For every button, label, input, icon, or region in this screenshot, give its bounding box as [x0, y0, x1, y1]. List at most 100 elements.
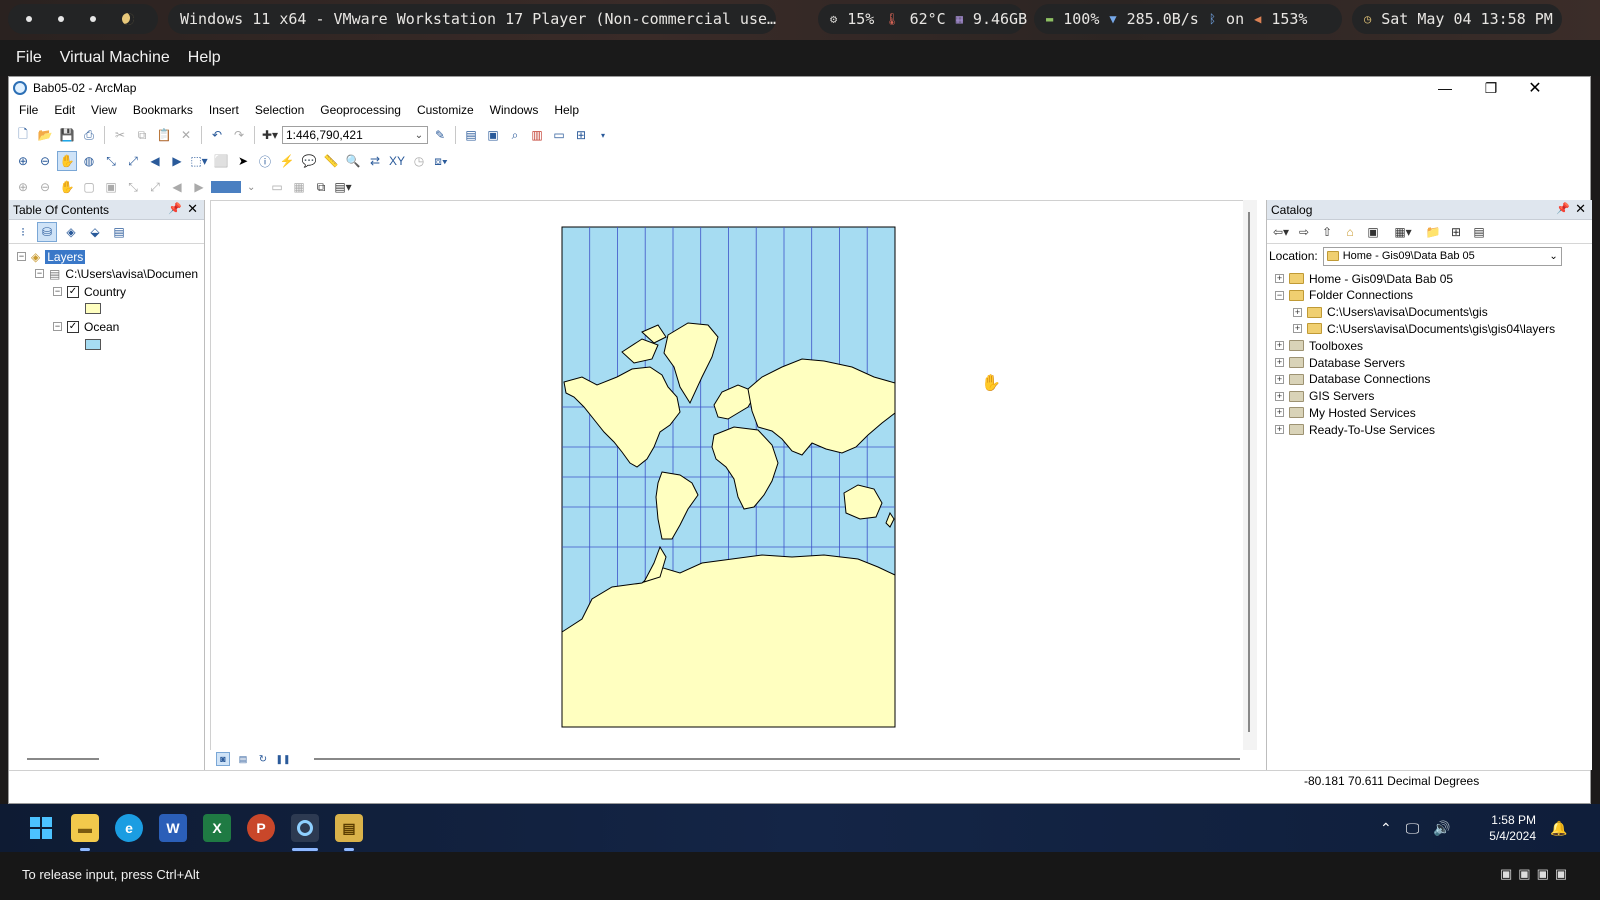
- edge-icon[interactable]: e: [115, 814, 143, 842]
- go-back-icon[interactable]: ◀: [145, 151, 165, 171]
- expand-icon[interactable]: +: [1275, 374, 1284, 384]
- pan-icon[interactable]: ✋: [57, 151, 77, 171]
- minimize-button[interactable]: —: [1422, 77, 1468, 99]
- create-viewer-window-icon[interactable]: ⧈▾: [431, 151, 451, 171]
- layout-pan-icon[interactable]: ✋: [57, 177, 77, 197]
- catalog-options-icon[interactable]: ▤: [1469, 222, 1489, 242]
- menu-view[interactable]: View: [91, 103, 117, 117]
- arccatalog-icon[interactable]: ▤: [335, 814, 363, 842]
- change-layout-icon[interactable]: ⧉: [311, 177, 331, 197]
- collapse-icon[interactable]: −: [1275, 290, 1284, 300]
- menu-insert[interactable]: Insert: [209, 103, 239, 117]
- select-features-icon[interactable]: ⬚▾: [189, 151, 209, 171]
- catalog-item[interactable]: + C:\Users\avisa\Documents\gis\gis04\laye…: [1293, 320, 1555, 337]
- vmware-menu-virtual-machine[interactable]: Virtual Machine: [60, 49, 170, 67]
- catalog-item[interactable]: + Toolboxes: [1275, 337, 1363, 354]
- toc-root-row[interactable]: − ◈ Layers: [17, 248, 86, 265]
- world-map[interactable]: ✋: [211, 201, 1245, 751]
- select-elements-icon[interactable]: ➤: [233, 151, 253, 171]
- toc-options-icon[interactable]: ▤: [109, 222, 129, 242]
- menu-geoprocessing[interactable]: Geoprocessing: [320, 103, 401, 117]
- toggle-contents-icon[interactable]: ▣: [1363, 222, 1383, 242]
- list-by-drawing-order-icon[interactable]: ⁝: [13, 222, 33, 242]
- expand-icon[interactable]: +: [1293, 307, 1302, 317]
- clock-pill[interactable]: ◷ Sat May 04 13:58 PM: [1352, 4, 1562, 34]
- clear-selection-icon[interactable]: ⬜: [211, 151, 231, 171]
- vm-device-icons[interactable]: ▣▣▣▣: [1500, 866, 1573, 882]
- catalog-item[interactable]: + Ready-To-Use Services: [1275, 421, 1435, 438]
- list-by-source-icon[interactable]: ⛁: [37, 221, 57, 242]
- ocean-symbol-swatch[interactable]: [85, 339, 101, 350]
- layer-visibility-checkbox[interactable]: ✓: [67, 285, 79, 298]
- up-one-level-icon[interactable]: ⇧: [1317, 222, 1337, 242]
- cut-icon[interactable]: ✂: [110, 125, 130, 145]
- time-slider-icon[interactable]: ◷: [409, 151, 429, 171]
- toc-horizontal-scrollbar[interactable]: [27, 758, 99, 760]
- next-extent-icon[interactable]: ▶: [189, 177, 209, 197]
- vmware-menu-help[interactable]: Help: [188, 49, 221, 67]
- arcmap-icon[interactable]: [291, 814, 319, 842]
- chevron-up-icon[interactable]: ⌃: [1380, 820, 1392, 837]
- measure-icon[interactable]: 📏: [321, 151, 341, 171]
- layout-fixed-zoom-in-icon[interactable]: ⤡: [123, 177, 143, 197]
- fixed-zoom-out-icon[interactable]: ⤢: [123, 151, 143, 171]
- workspace-dot-1[interactable]: [26, 16, 32, 22]
- expand-icon[interactable]: +: [1275, 408, 1284, 418]
- chevron-down-icon[interactable]: ⌄: [411, 130, 427, 141]
- toggle-tree-icon[interactable]: ⊞: [1446, 222, 1466, 242]
- expand-icon[interactable]: +: [1275, 358, 1284, 367]
- catalog-item[interactable]: + Database Servers: [1275, 354, 1405, 371]
- copy-icon[interactable]: ⧉: [132, 125, 152, 145]
- pin-icon[interactable]: 📌: [1556, 202, 1570, 215]
- layer-name[interactable]: Ocean: [84, 320, 119, 334]
- start-icon[interactable]: [27, 814, 55, 842]
- layer-name[interactable]: Country: [84, 285, 126, 299]
- arctoolbox-icon[interactable]: ▥: [527, 125, 547, 145]
- workspace-dot-2[interactable]: [58, 16, 64, 22]
- toggle-draft-mode-icon[interactable]: ▭: [267, 177, 287, 197]
- full-extent-icon[interactable]: ◍: [79, 151, 99, 171]
- expand-icon[interactable]: +: [1275, 391, 1284, 401]
- vmware-menu-file[interactable]: File: [16, 49, 42, 67]
- toc-symbol-country[interactable]: [85, 300, 101, 317]
- views-icon[interactable]: ▦▾: [1386, 222, 1420, 242]
- find-route-icon[interactable]: ⇄: [365, 151, 385, 171]
- toc-source-row[interactable]: − ▤ C:\Users\avisa\Documen: [35, 265, 198, 282]
- catalog-item[interactable]: − Folder Connections: [1275, 287, 1413, 304]
- pin-icon[interactable]: 📌: [168, 202, 182, 215]
- expand-icon[interactable]: +: [1275, 341, 1284, 351]
- chevron-down-icon[interactable]: ⌄: [1549, 251, 1557, 262]
- file-explorer-icon[interactable]: ▬: [71, 814, 99, 842]
- identify-icon[interactable]: ⓘ: [255, 151, 275, 171]
- pause-drawing-icon[interactable]: ❚❚: [275, 752, 290, 766]
- model-builder-icon[interactable]: ⊞: [571, 125, 591, 145]
- layout-fixed-zoom-out-icon[interactable]: ⤢: [145, 177, 165, 197]
- workspace-dot-3[interactable]: [90, 16, 96, 22]
- html-popup-icon[interactable]: 💬: [299, 151, 319, 171]
- taskbar-clock[interactable]: 1:58 PM 5/4/2024: [1474, 804, 1536, 852]
- layout-zoom-out-icon[interactable]: ⊖: [35, 177, 55, 197]
- focus-data-frame-icon[interactable]: ▦: [289, 177, 309, 197]
- collapse-icon[interactable]: −: [53, 287, 62, 296]
- notification-bell-icon[interactable]: 🔔: [1550, 804, 1567, 852]
- close-button[interactable]: ✕: [1512, 77, 1558, 99]
- layout-view-icon[interactable]: ▤: [236, 752, 250, 766]
- toc-layer-country[interactable]: − ✓ Country: [53, 283, 126, 300]
- save-icon[interactable]: 💾: [57, 125, 77, 145]
- toc-symbol-ocean[interactable]: [85, 336, 101, 353]
- table-of-contents-icon[interactable]: ▤: [461, 125, 481, 145]
- network-icon[interactable]: 🖵: [1406, 820, 1420, 837]
- hyperlink-icon[interactable]: ⚡: [277, 151, 297, 171]
- excel-icon[interactable]: X: [203, 814, 231, 842]
- home-icon[interactable]: ⌂: [1340, 222, 1360, 242]
- toc-layer-ocean[interactable]: − ✓ Ocean: [53, 318, 119, 335]
- layer-visibility-checkbox[interactable]: ✓: [67, 320, 79, 333]
- map-scale-select[interactable]: 1:446,790,421 ⌄: [282, 126, 428, 144]
- close-icon[interactable]: ✕: [187, 201, 198, 217]
- collapse-icon[interactable]: −: [53, 322, 62, 331]
- print-icon[interactable]: ⎙: [79, 125, 99, 145]
- data-view-icon[interactable]: ◙: [216, 752, 230, 766]
- search-window-icon[interactable]: ⌕: [505, 125, 525, 145]
- catalog-item[interactable]: + GIS Servers: [1275, 388, 1374, 405]
- arcmap-titlebar[interactable]: Bab05-02 - ArcMap: [9, 77, 1590, 99]
